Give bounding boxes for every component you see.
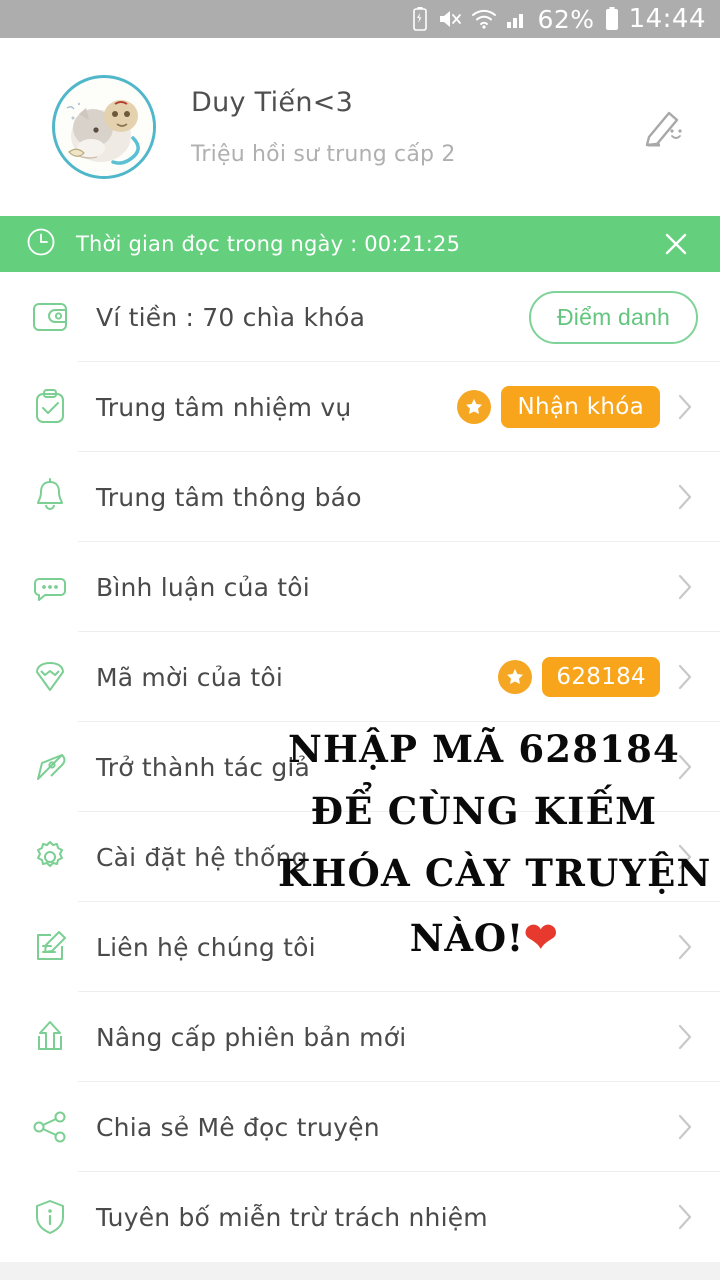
menu-row-system-settings[interactable]: Cài đặt hệ thống (0, 812, 720, 902)
note-edit-icon (22, 926, 78, 968)
comment-icon (22, 566, 78, 608)
menu-row-notifications[interactable]: Trung tâm thông báo (0, 452, 720, 542)
battery-saver-icon (411, 6, 429, 32)
reading-time-label: Thời gian đọc trong ngày : 00:21:25 (76, 232, 461, 256)
chevron-right-icon (672, 752, 698, 782)
wifi-icon (471, 8, 497, 30)
chevron-right-icon (672, 842, 698, 872)
menu-label: Trở thành tác giả (96, 752, 311, 782)
pencil-edit-icon (639, 101, 687, 153)
settings-list: Ví tiền : 70 chìa khóa Điểm danh Trung t… (0, 272, 720, 1262)
profile-subtitle: Triệu hồi sư trung cấp 2 (191, 142, 456, 167)
menu-label: Tuyên bố miễn trừ trách nhiệm (96, 1202, 488, 1232)
menu-row-upgrade[interactable]: Nâng cấp phiên bản mới (0, 992, 720, 1082)
menu-row-disclaimer[interactable]: Tuyên bố miễn trừ trách nhiệm (0, 1172, 720, 1262)
chevron-right-icon (672, 392, 698, 422)
star-icon (498, 660, 533, 694)
reading-time-banner: Thời gian đọc trong ngày : 00:21:25 (0, 216, 720, 272)
chevron-right-icon (672, 1112, 698, 1142)
menu-label: Cài đặt hệ thống (96, 842, 308, 872)
mute-icon (438, 8, 462, 30)
profile-header[interactable]: Duy Tiến<3 Triệu hồi sư trung cấp 2 (0, 38, 720, 216)
menu-label: Nâng cấp phiên bản mới (96, 1022, 407, 1052)
gem-icon (22, 656, 78, 698)
chevron-right-icon (672, 932, 698, 962)
menu-row-become-author[interactable]: Trở thành tác giả (0, 722, 720, 812)
wallet-label: Ví tiền : 70 chìa khóa (96, 302, 366, 332)
menu-row-share[interactable]: Chia sẻ Mê đọc truyện (0, 1082, 720, 1172)
menu-row-contact-us[interactable]: Liên hệ chúng tôi (0, 902, 720, 992)
clock-label: 14:44 (628, 4, 706, 34)
battery-icon (604, 6, 620, 32)
row-accessory: Nhận khóa (457, 386, 660, 428)
close-icon[interactable] (656, 224, 696, 264)
chevron-right-icon (672, 482, 698, 512)
chevron-right-icon (672, 1202, 698, 1232)
upgrade-icon (22, 1016, 78, 1058)
menu-label: Bình luận của tôi (96, 572, 310, 602)
gear-icon (22, 836, 78, 878)
chevron-right-icon (672, 1022, 698, 1052)
chevron-right-icon (672, 662, 698, 692)
battery-percent-label: 62% (537, 4, 595, 34)
menu-label: Chia sẻ Mê đọc truyện (96, 1112, 380, 1142)
wallet-row[interactable]: Ví tiền : 70 chìa khóa Điểm danh (0, 272, 720, 362)
menu-label: Trung tâm thông báo (96, 482, 362, 512)
checkin-button[interactable]: Điểm danh (528, 290, 698, 344)
row-accessory: 628184 (498, 657, 660, 697)
avatar-illustration (56, 79, 153, 176)
clock-icon (26, 227, 56, 261)
menu-label: Liên hệ chúng tôi (96, 932, 316, 962)
signal-icon (506, 8, 528, 30)
profile-name: Duy Tiến<3 (191, 87, 354, 118)
chevron-right-icon (672, 572, 698, 602)
star-icon (457, 390, 492, 424)
wallet-icon (22, 296, 78, 338)
list-bottom-spacer (0, 1262, 720, 1280)
share-icon (22, 1106, 78, 1148)
claim-key-button[interactable]: Nhận khóa (501, 386, 660, 428)
menu-label: Trung tâm nhiệm vụ (96, 392, 352, 422)
avatar[interactable] (52, 75, 156, 179)
bell-icon (22, 476, 78, 518)
clipboard-check-icon (22, 386, 78, 428)
menu-label: Mã mời của tôi (96, 662, 284, 692)
app-screen: 62% 14:44 Duy Tiến<3 Triệu hồi sư trung … (0, 0, 720, 1280)
menu-row-comments[interactable]: Bình luận của tôi (0, 542, 720, 632)
menu-row-task-center[interactable]: Trung tâm nhiệm vụ Nhận khóa (0, 362, 720, 452)
profile-text: Duy Tiến<3 Triệu hồi sư trung cấp 2 (191, 87, 634, 167)
edit-profile-button[interactable] (634, 98, 692, 156)
shield-info-icon (22, 1196, 78, 1238)
invite-code-badge[interactable]: 628184 (542, 657, 660, 697)
pen-nib-icon (22, 746, 78, 788)
status-bar: 62% 14:44 (0, 0, 720, 38)
menu-row-invite-code[interactable]: Mã mời của tôi 628184 (0, 632, 720, 722)
